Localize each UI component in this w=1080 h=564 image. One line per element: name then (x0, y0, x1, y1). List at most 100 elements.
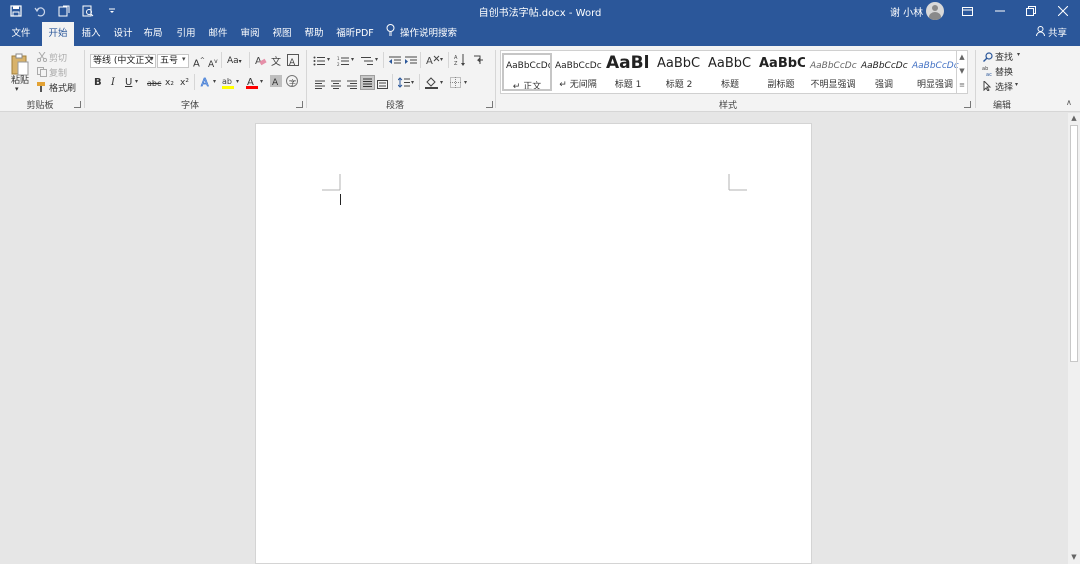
save-icon[interactable] (8, 3, 24, 19)
align-right-icon[interactable] (347, 78, 357, 89)
undo-icon[interactable] (32, 3, 48, 19)
scroll-up-arrow-icon[interactable]: ▲ (1068, 114, 1080, 122)
redo-icon[interactable] (56, 3, 72, 19)
style-normal[interactable]: AaBbCcDc ↵ 正文 (502, 53, 552, 91)
tab-design[interactable]: 设计 (110, 22, 136, 46)
decrease-indent-icon[interactable] (389, 55, 401, 65)
paste-dropdown-icon[interactable]: ▾ (15, 85, 19, 93)
phonetic-guide-icon[interactable]: 文 (271, 54, 283, 68)
replace-icon[interactable]: ab ac (982, 65, 994, 78)
style-subtitle[interactable]: AaBbC 副标题 (757, 53, 805, 91)
styles-launcher-icon[interactable] (964, 101, 971, 108)
style-intense-emphasis[interactable]: AaBbCcDc 明显强调 (910, 53, 960, 91)
tab-layout[interactable]: 布局 (140, 22, 166, 46)
restore-icon[interactable] (1014, 0, 1048, 22)
scroll-down-arrow-icon[interactable]: ▼ (1068, 553, 1080, 561)
document-page[interactable] (255, 123, 812, 564)
minimize-icon[interactable] (983, 0, 1017, 22)
tab-insert[interactable]: 插入 (78, 22, 104, 46)
font-color-dropdown-icon[interactable]: ▾ (260, 78, 263, 85)
shading-dropdown-icon[interactable]: ▾ (440, 79, 443, 86)
distributed-icon[interactable] (377, 78, 388, 89)
user-name[interactable]: 谢 小林 (890, 4, 923, 19)
grow-font-icon[interactable]: A^ (193, 55, 205, 70)
italic-button[interactable]: I (111, 77, 115, 89)
numbering-dropdown-icon[interactable]: ▾ (351, 56, 354, 63)
align-left-icon[interactable] (315, 78, 325, 89)
align-center-icon[interactable] (331, 78, 341, 89)
format-painter-button[interactable]: 格式刷 (49, 81, 76, 94)
customize-qat-icon[interactable] (104, 3, 120, 19)
character-shading-icon[interactable]: A (270, 75, 282, 88)
tab-foxit-pdf[interactable]: 福昕PDF (334, 22, 376, 46)
font-size-dropdown-icon[interactable]: ▾ (182, 55, 186, 63)
font-color-icon[interactable]: A (246, 75, 258, 89)
font-name-dropdown-icon[interactable]: ▾ (150, 55, 154, 63)
highlight-color-icon[interactable]: ab (222, 75, 234, 89)
print-preview-icon[interactable] (80, 3, 96, 19)
select-icon[interactable] (983, 79, 993, 92)
cut-button[interactable]: 剪切 (49, 51, 67, 64)
tab-home[interactable]: 开始 (42, 22, 74, 46)
highlight-dropdown-icon[interactable]: ▾ (236, 78, 239, 85)
change-case-button[interactable]: Aa▾ (227, 55, 242, 68)
superscript-button[interactable]: x² (180, 77, 189, 89)
scroll-down-icon[interactable]: ▼ (957, 64, 967, 78)
style-heading-1[interactable]: AaBl 标题 1 (604, 53, 652, 91)
underline-button[interactable]: U (125, 77, 132, 89)
tab-review[interactable]: 审阅 (236, 22, 264, 46)
line-spacing-dropdown-icon[interactable]: ▾ (411, 79, 414, 86)
paragraph-launcher-icon[interactable] (486, 101, 493, 108)
scrollbar-thumb[interactable] (1070, 125, 1078, 362)
subscript-button[interactable]: x₂ (165, 77, 174, 89)
ribbon-display-options-icon[interactable] (950, 0, 984, 22)
clipboard-launcher-icon[interactable] (74, 101, 81, 108)
gallery-more-icon[interactable]: ≡ (957, 78, 967, 92)
numbering-icon[interactable]: 12 (337, 55, 349, 67)
sort-icon[interactable]: AZ (454, 54, 466, 67)
style-no-spacing[interactable]: AaBbCcDc ↵ 无间隔 (553, 53, 603, 91)
shrink-font-icon[interactable]: Av (208, 56, 218, 71)
tab-help[interactable]: 帮助 (300, 22, 328, 46)
tell-me-search[interactable]: 操作说明搜索 (386, 22, 457, 46)
multilevel-list-icon[interactable] (361, 55, 373, 65)
copy-button[interactable]: 复制 (49, 66, 67, 79)
find-dropdown-icon[interactable]: ▾ (1017, 51, 1020, 58)
bullets-dropdown-icon[interactable]: ▾ (327, 56, 330, 63)
chinese-layout-dropdown-icon[interactable]: ▾ (440, 56, 443, 63)
find-button[interactable]: 查找 (995, 50, 1013, 63)
bold-button[interactable]: B (94, 77, 102, 89)
collapse-ribbon-icon[interactable]: ∧ (1066, 98, 1072, 107)
style-subtle-emphasis[interactable]: AaBbCcDc 不明显强调 (808, 53, 858, 91)
line-spacing-icon[interactable] (397, 77, 410, 88)
font-launcher-icon[interactable] (296, 101, 303, 108)
tab-file[interactable]: 文件 (6, 22, 36, 46)
justify-icon[interactable] (360, 75, 375, 90)
text-effects-dropdown-icon[interactable]: ▾ (213, 78, 216, 85)
enclose-characters-icon[interactable]: 字 (286, 75, 298, 87)
increase-indent-icon[interactable] (405, 55, 417, 65)
tab-mailings[interactable]: 邮件 (204, 22, 232, 46)
style-title[interactable]: AaBbC 标题 (706, 53, 754, 91)
shading-icon[interactable] (425, 76, 438, 89)
share-button[interactable]: 共享 (1036, 22, 1067, 46)
select-button[interactable]: 选择 (995, 80, 1013, 93)
vertical-scrollbar[interactable]: ▲ ▼ (1068, 113, 1080, 564)
document-canvas[interactable] (0, 113, 1068, 564)
paste-button[interactable]: 粘贴 (11, 73, 29, 86)
underline-dropdown-icon[interactable]: ▾ (135, 78, 138, 85)
find-icon[interactable] (983, 51, 993, 62)
format-painter-icon[interactable] (37, 81, 48, 92)
borders-icon[interactable] (450, 77, 461, 88)
style-heading-2[interactable]: AaBbC 标题 2 (655, 53, 703, 91)
scroll-up-icon[interactable]: ▲ (957, 50, 967, 64)
tab-references[interactable]: 引用 (172, 22, 200, 46)
chinese-layout-icon[interactable]: A (426, 54, 440, 67)
style-emphasis[interactable]: AaBbCcDc 强调 (859, 53, 909, 91)
show-formatting-marks-icon[interactable] (472, 54, 484, 66)
clear-formatting-icon[interactable]: A (255, 54, 267, 67)
multilevel-dropdown-icon[interactable]: ▾ (375, 56, 378, 63)
replace-button[interactable]: 替换 (995, 65, 1013, 78)
avatar[interactable] (926, 2, 944, 20)
borders-dropdown-icon[interactable]: ▾ (464, 79, 467, 86)
